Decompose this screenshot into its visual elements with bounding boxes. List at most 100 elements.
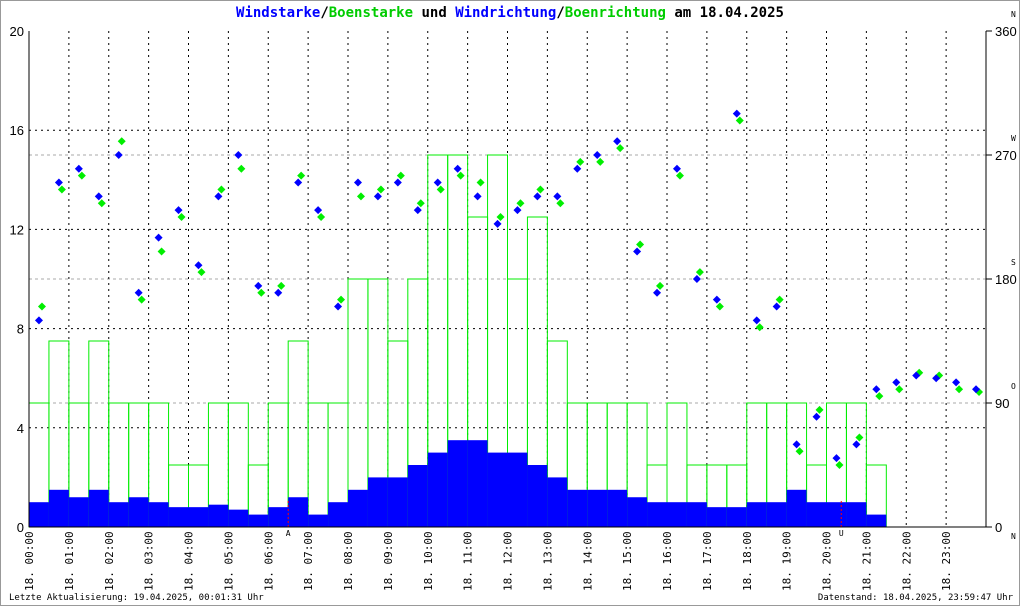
y-left-tick-label: 20 — [10, 24, 24, 39]
wind-direction-point — [254, 281, 263, 290]
wind-direction-point — [54, 178, 63, 187]
gust-direction-point — [197, 268, 206, 277]
gust-direction-point — [516, 199, 525, 208]
speed-bar — [268, 507, 289, 527]
x-tick-label: 18. 12:00 — [502, 531, 515, 591]
wind-direction-point — [94, 192, 103, 201]
wind-direction-point — [672, 164, 681, 173]
speed-bar — [587, 489, 608, 527]
gust-direction-point — [376, 185, 385, 194]
wind-direction-point — [473, 192, 482, 201]
gust-direction-point — [416, 199, 425, 208]
x-tick-label: 18. 15:00 — [621, 531, 634, 591]
speed-bar — [328, 502, 348, 527]
gust-direction-point — [955, 385, 964, 394]
speed-bar — [607, 489, 628, 527]
wind-direction-point — [373, 192, 382, 201]
wind-direction-point — [154, 233, 163, 242]
speed-bar — [766, 502, 787, 527]
gust-direction-point — [835, 461, 844, 469]
speed-bar — [706, 507, 727, 527]
speed-bar — [487, 452, 508, 527]
y-right-tick-label: 360 — [995, 24, 1017, 39]
x-tick-label: 18. 21:00 — [860, 531, 873, 591]
gust-direction-point — [57, 185, 66, 194]
wind-direction-point — [433, 178, 442, 187]
compass-label: N — [1011, 10, 1016, 19]
gust-direction-point — [297, 171, 306, 180]
speed-bar — [48, 489, 69, 527]
speed-bar — [846, 502, 867, 527]
x-tick-label: 18. 05:00 — [222, 531, 235, 591]
wind-direction-point — [34, 316, 43, 325]
y-left-tick-label: 16 — [10, 123, 24, 138]
speed-bar — [168, 507, 189, 527]
wind-direction-point — [194, 261, 203, 270]
gust-direction-point — [855, 433, 864, 442]
gust-direction-point — [337, 295, 346, 304]
wind-direction-point — [114, 151, 123, 159]
speed-bar — [367, 477, 388, 527]
x-tick-label: 18. 16:00 — [661, 531, 674, 591]
sun-marker-label: U — [839, 529, 844, 538]
speed-bar — [826, 502, 847, 527]
wind-direction-point — [892, 378, 901, 387]
gust-direction-point — [675, 171, 684, 180]
speed-bar — [746, 502, 767, 527]
speed-bar — [447, 440, 468, 527]
gust-direction-point — [755, 323, 764, 332]
gust-direction-point — [895, 385, 904, 394]
data-timestamp: Datenstand: 18.04.2025, 23:59:47 Uhr — [817, 593, 1013, 603]
wind-direction-point — [653, 288, 662, 297]
wind-direction-point — [74, 164, 83, 173]
speed-bar — [467, 440, 488, 527]
gust-direction-point — [556, 199, 565, 208]
gust-direction-point — [396, 171, 405, 180]
wind-direction-point — [453, 164, 462, 173]
wind-direction-point — [952, 378, 961, 387]
wind-direction-point — [353, 178, 362, 187]
x-tick-label: 18. 06:00 — [262, 531, 275, 591]
wind-direction-point — [334, 302, 343, 311]
speed-bar — [128, 497, 149, 527]
compass-label: N — [1011, 532, 1016, 541]
wind-direction-point — [852, 440, 861, 449]
wind-direction-point — [553, 192, 562, 201]
speed-bar — [387, 477, 408, 527]
x-tick-label: 18. 17:00 — [701, 531, 714, 591]
wind-direction-point — [633, 247, 642, 256]
wind-direction-point — [812, 412, 821, 421]
gust-direction-point — [456, 171, 465, 180]
y-right-tick-label: 270 — [995, 148, 1017, 163]
gust-direction-point — [536, 185, 545, 194]
speed-bar — [806, 502, 827, 527]
gust-direction-point — [715, 302, 724, 311]
gust-direction-point — [795, 447, 804, 456]
gust-direction-point — [117, 137, 126, 146]
gust-direction-point — [317, 213, 326, 221]
speed-bar — [786, 489, 807, 527]
speed-bar — [647, 502, 667, 527]
gust-direction-point — [277, 281, 286, 290]
gust-direction-point — [177, 213, 186, 221]
wind-direction-point — [792, 440, 801, 449]
y-left-tick-label: 12 — [10, 222, 24, 237]
y-right-tick-label: 180 — [995, 272, 1017, 287]
speed-bar — [348, 489, 368, 527]
speed-bar — [228, 509, 249, 527]
speed-bar — [308, 514, 329, 527]
gust-bar — [227, 402, 249, 528]
gust-direction-point — [436, 185, 445, 194]
speed-bar — [866, 514, 887, 527]
plot-area: A U0481216200N90O180S270W360N18. 00:00 18.… — [10, 10, 1017, 591]
speed-bar — [248, 514, 269, 527]
x-tick-label: 18. 14:00 — [581, 531, 594, 591]
wind-direction-point — [294, 178, 303, 187]
speed-bar — [108, 502, 129, 527]
gust-direction-point — [616, 144, 625, 153]
gust-direction-point — [496, 213, 505, 221]
gust-direction-point — [237, 164, 246, 173]
gust-direction-point — [656, 281, 665, 290]
compass-label: S — [1011, 258, 1016, 267]
gust-direction-point — [775, 295, 784, 304]
